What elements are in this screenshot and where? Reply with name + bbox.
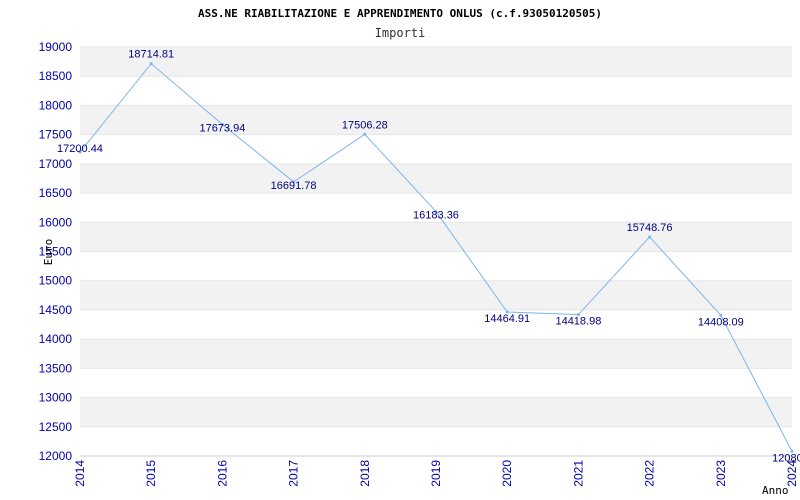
x-tick-label: 2015: [144, 460, 158, 487]
data-label: 17506.28: [342, 119, 388, 131]
y-tick-label: 17000: [39, 157, 73, 171]
x-tick-label: 2021: [571, 460, 585, 487]
x-tick-label: 2020: [500, 460, 514, 487]
line-chart: ASS.NE RIABILITAZIONE E APPRENDIMENTO ON…: [39, 7, 800, 497]
y-axis-label: Euro: [42, 239, 55, 266]
data-point: [363, 132, 367, 136]
data-label: 14418.98: [555, 316, 601, 328]
x-axis-ticks: 2014 2015 2016 2017 2018 2019 2020 2021 2022 2023…: [73, 460, 799, 487]
y-tick-label: 14000: [39, 332, 73, 346]
x-tick-label: 2017: [287, 460, 301, 487]
x-tick-label: 2018: [358, 460, 372, 487]
data-label: 17673.94: [199, 122, 245, 134]
data-label: 12080.3: [772, 452, 800, 464]
y-tick-label: 18000: [39, 98, 73, 112]
y-tick-label: 14500: [39, 303, 73, 317]
data-label: 17200.44: [57, 143, 103, 155]
grid-band: [80, 163, 792, 194]
chart-title: ASS.NE RIABILITAZIONE E APPRENDIMENTO ON…: [198, 7, 602, 20]
chart-subtitle: Importi: [375, 26, 426, 40]
data-label: 14408.09: [698, 316, 744, 328]
y-tick-label: 13500: [39, 361, 73, 375]
grid-band: [80, 47, 792, 77]
data-point: [149, 62, 153, 66]
data-label: 18714.81: [128, 49, 174, 61]
y-tick-label: 12500: [39, 420, 73, 434]
y-tick-label: 16000: [39, 215, 73, 229]
y-tick-label: 17500: [39, 128, 73, 142]
data-label: 16183.36: [413, 210, 459, 222]
grid-band: [80, 339, 792, 369]
y-tick-label: 16500: [39, 186, 73, 200]
grid-band: [80, 280, 792, 310]
x-tick-label: 2016: [215, 460, 229, 487]
grid-band: [80, 222, 792, 252]
x-tick-label: 2022: [643, 460, 657, 487]
grid-bands: [80, 47, 792, 427]
x-tick-label: 2023: [714, 460, 728, 487]
y-tick-label: 19000: [39, 40, 73, 54]
data-point: [648, 235, 652, 239]
y-tick-label: 15000: [39, 274, 73, 288]
grid-band: [80, 397, 792, 427]
y-tick-label: 18500: [39, 69, 73, 83]
grid-band: [80, 105, 792, 135]
data-label: 14464.91: [484, 313, 530, 325]
y-tick-label: 13000: [39, 391, 73, 405]
y-tick-label: 12000: [39, 449, 73, 463]
x-tick-label: 2014: [73, 460, 87, 487]
data-label: 16691.78: [271, 180, 317, 192]
x-tick-label: 2019: [429, 460, 443, 487]
x-axis-label: Anno: [762, 484, 789, 497]
data-label: 15748.76: [627, 222, 673, 234]
